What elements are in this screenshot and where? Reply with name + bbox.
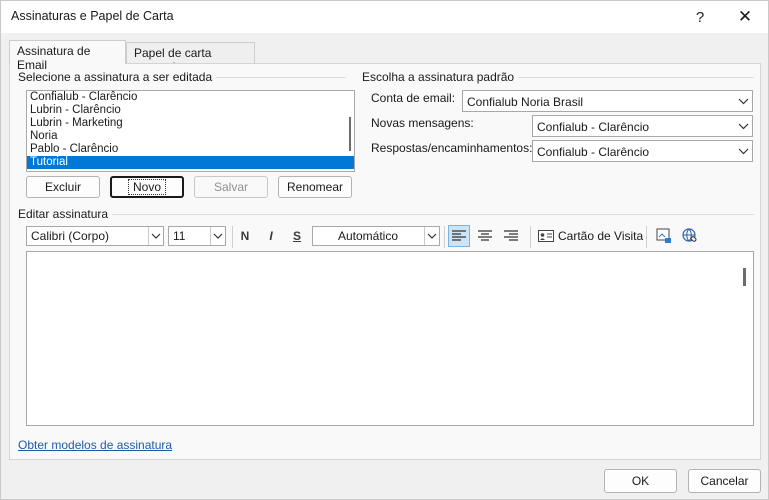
save-button[interactable]: Salvar: [194, 176, 268, 198]
editor-scrollbar[interactable]: [743, 268, 746, 286]
toolbar-separator: [232, 226, 233, 248]
help-button[interactable]: ?: [677, 1, 723, 33]
business-card-label: Cartão de Visita: [558, 229, 644, 243]
delete-button[interactable]: Excluir: [26, 176, 100, 198]
chevron-down-icon: [148, 227, 163, 245]
align-center-icon: [478, 230, 492, 241]
font-size-select[interactable]: 11: [168, 226, 226, 246]
replies-select[interactable]: Confialub - Clarêncio: [532, 140, 753, 162]
font-family-select[interactable]: Calibri (Corpo): [26, 226, 164, 246]
default-signature-label: Escolha a assinatura padrão: [362, 70, 519, 84]
save-button-label: Salvar: [213, 180, 248, 194]
signature-item[interactable]: Noria: [27, 130, 354, 143]
signature-item[interactable]: Lubrin - Marketing: [27, 117, 354, 130]
tab-panel: Selecione a assinatura a ser editada Con…: [9, 63, 761, 460]
align-right-button[interactable]: [500, 225, 522, 247]
hyperlink-icon: [682, 228, 697, 242]
chevron-down-icon: [424, 227, 439, 245]
toolbar-separator: [444, 226, 445, 248]
get-templates-link[interactable]: Obter modelos de assinatura: [18, 438, 172, 452]
toolbar-separator: [530, 226, 531, 248]
delete-button-label: Excluir: [44, 180, 81, 194]
bold-button[interactable]: N: [235, 226, 255, 246]
align-center-button[interactable]: [474, 225, 496, 247]
align-left-icon: [452, 230, 466, 241]
edit-signature-label: Editar assinatura: [18, 207, 113, 221]
window-title: Assinaturas e Papel de Carta: [11, 9, 174, 23]
email-account-value: Confialub Noria Brasil: [467, 95, 584, 109]
new-messages-label: Novas mensagens:: [371, 116, 474, 130]
business-card-button[interactable]: Cartão de Visita: [538, 226, 643, 246]
insert-picture-icon: [656, 228, 671, 243]
signature-item-selected[interactable]: Tutorial: [27, 156, 354, 169]
new-messages-select[interactable]: Confialub - Clarêncio: [532, 115, 753, 137]
tab-personal-stationery[interactable]: Papel de carta pessoal: [126, 42, 255, 74]
signature-editor[interactable]: [26, 251, 754, 426]
new-messages-value: Confialub - Clarêncio: [537, 120, 650, 134]
chevron-down-icon: [210, 227, 225, 245]
business-card-icon: [538, 230, 554, 242]
font-color-select[interactable]: Automático: [312, 226, 440, 246]
align-right-icon: [504, 230, 518, 241]
new-button-label: Novo: [127, 179, 167, 195]
signature-listbox[interactable]: Confialub - Clarêncio Lubrin - Clarêncio…: [26, 90, 355, 172]
font-family-value: Calibri (Corpo): [31, 229, 110, 243]
tab-email-signature[interactable]: Assinatura de Email: [9, 40, 126, 72]
chevron-down-icon: [735, 91, 752, 111]
ok-button[interactable]: OK: [604, 469, 677, 493]
new-button[interactable]: Novo: [110, 176, 184, 198]
chevron-down-icon: [735, 141, 752, 161]
signature-item[interactable]: Confialub - Clarêncio: [27, 91, 354, 104]
replies-value: Confialub - Clarêncio: [537, 145, 650, 159]
align-left-button[interactable]: [448, 225, 470, 247]
insert-hyperlink-button[interactable]: [679, 225, 701, 247]
select-signature-label: Selecione a assinatura a ser editada: [18, 70, 217, 84]
italic-button[interactable]: I: [261, 226, 281, 246]
signatures-dialog: Assinaturas e Papel de Carta ? ✕ Assinat…: [0, 0, 769, 500]
chevron-down-icon: [735, 116, 752, 136]
rename-button[interactable]: Renomear: [278, 176, 352, 198]
signature-item[interactable]: Pablo - Clarêncio: [27, 143, 354, 156]
listbox-scrollbar[interactable]: [349, 117, 351, 151]
group-divider: [18, 214, 754, 215]
close-button[interactable]: ✕: [722, 1, 768, 33]
underline-button[interactable]: S: [287, 226, 307, 246]
title-bar: Assinaturas e Papel de Carta ? ✕: [1, 1, 768, 33]
email-account-select[interactable]: Confialub Noria Brasil: [462, 90, 753, 112]
insert-picture-button[interactable]: [653, 225, 675, 247]
cancel-button[interactable]: Cancelar: [688, 469, 761, 493]
font-color-value: Automático: [337, 229, 399, 243]
signature-item[interactable]: Lubrin - Clarêncio: [27, 104, 354, 117]
replies-label: Respostas/encaminhamentos:: [371, 141, 533, 155]
email-account-label: Conta de email:: [371, 91, 456, 105]
toolbar-separator: [646, 226, 647, 248]
rename-button-label: Renomear: [286, 180, 344, 194]
font-size-value: 11: [173, 229, 186, 243]
